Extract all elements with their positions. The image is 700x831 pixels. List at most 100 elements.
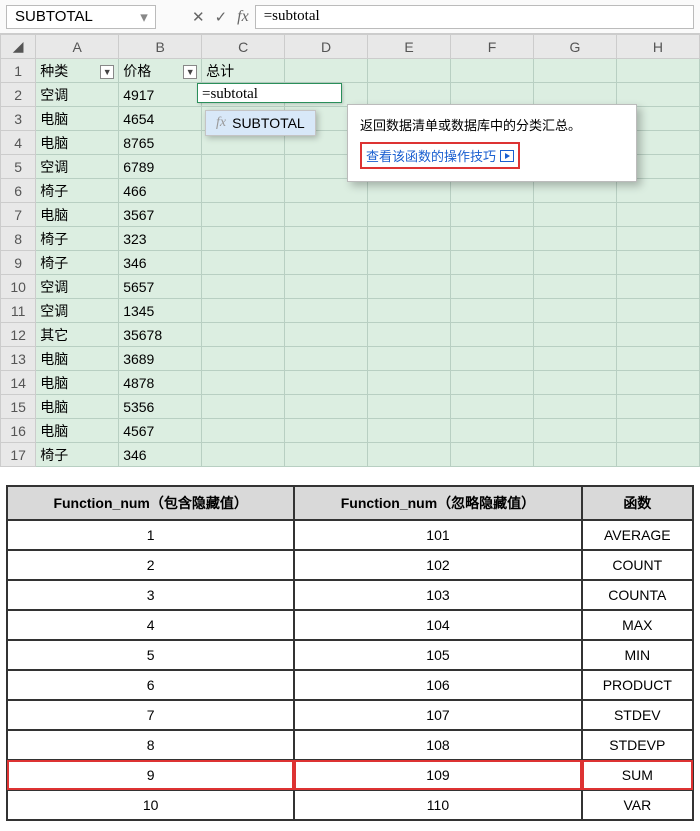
cell[interactable] [533,299,616,323]
cell[interactable] [202,275,285,299]
cell[interactable] [616,203,699,227]
table-row[interactable]: 15电脑5356 [1,395,700,419]
cell[interactable]: 4654 [119,107,202,131]
cell[interactable] [368,443,451,467]
table-row[interactable]: 8椅子323 [1,227,700,251]
cell[interactable] [202,251,285,275]
cell[interactable] [202,227,285,251]
fx-button[interactable]: fx [237,8,249,26]
row-header[interactable]: 6 [1,179,36,203]
cell[interactable] [285,251,368,275]
cell[interactable] [616,419,699,443]
table-row[interactable]: 10空调5657 [1,275,700,299]
cell[interactable] [533,323,616,347]
cell[interactable] [368,179,451,203]
cell[interactable]: 5356 [119,395,202,419]
cell[interactable] [202,419,285,443]
cell[interactable] [285,443,368,467]
row-header[interactable]: 5 [1,155,36,179]
cell[interactable]: 电脑 [36,131,119,155]
cell[interactable] [533,203,616,227]
cell[interactable] [533,347,616,371]
cell[interactable]: 3567 [119,203,202,227]
cell[interactable] [533,83,616,107]
cell[interactable]: 4917 [119,83,202,107]
cell[interactable] [616,275,699,299]
cell[interactable] [451,59,534,83]
cell[interactable]: 椅子 [36,227,119,251]
cell[interactable]: 8765 [119,131,202,155]
cell[interactable]: 1345 [119,299,202,323]
table-row[interactable]: 1种类▼价格▼总计 [1,59,700,83]
cell[interactable] [285,419,368,443]
cell[interactable]: 电脑 [36,419,119,443]
cell[interactable]: 4878 [119,371,202,395]
cell-editor[interactable]: =subtotal [197,83,342,103]
cell[interactable] [616,371,699,395]
cell[interactable] [451,83,534,107]
table-row[interactable]: 17椅子346 [1,443,700,467]
cell[interactable] [451,275,534,299]
cell[interactable] [533,443,616,467]
table-row[interactable]: 16电脑4567 [1,419,700,443]
table-row[interactable]: 14电脑4878 [1,371,700,395]
row-header[interactable]: 4 [1,131,36,155]
cell[interactable] [451,347,534,371]
cell[interactable]: 电脑 [36,203,119,227]
cell[interactable] [451,323,534,347]
cell[interactable] [616,395,699,419]
cell[interactable] [285,395,368,419]
cancel-button[interactable]: ✕ [192,8,205,26]
col-header-F[interactable]: F [451,35,534,59]
cell[interactable]: 466 [119,179,202,203]
cell[interactable] [368,251,451,275]
row-header[interactable]: 2 [1,83,36,107]
table-row[interactable]: 13电脑3689 [1,347,700,371]
row-header[interactable]: 16 [1,419,36,443]
cell[interactable] [533,227,616,251]
cell[interactable]: 椅子 [36,251,119,275]
row-header[interactable]: 13 [1,347,36,371]
cell[interactable] [202,299,285,323]
cell[interactable] [616,227,699,251]
filter-button[interactable]: ▼ [183,65,197,79]
cell[interactable] [202,155,285,179]
row-header[interactable]: 17 [1,443,36,467]
cell[interactable]: 5657 [119,275,202,299]
cell[interactable] [285,203,368,227]
cell[interactable]: 种类▼ [36,59,119,83]
cell[interactable]: 电脑 [36,395,119,419]
row-header[interactable]: 14 [1,371,36,395]
cell[interactable] [533,59,616,83]
cell[interactable]: 其它 [36,323,119,347]
col-header-A[interactable]: A [36,35,119,59]
col-header-E[interactable]: E [368,35,451,59]
col-header-B[interactable]: B [119,35,202,59]
cell[interactable] [451,227,534,251]
cell[interactable] [368,323,451,347]
cell[interactable] [368,371,451,395]
row-header[interactable]: 9 [1,251,36,275]
cell[interactable] [616,83,699,107]
cell[interactable] [533,419,616,443]
col-header-H[interactable]: H [616,35,699,59]
filter-button[interactable]: ▼ [100,65,114,79]
cell[interactable] [451,419,534,443]
cell[interactable] [285,347,368,371]
cell[interactable] [616,347,699,371]
row-header[interactable]: 12 [1,323,36,347]
cell[interactable] [285,275,368,299]
cell[interactable] [533,371,616,395]
cell[interactable]: 空调 [36,275,119,299]
row-header[interactable]: 1 [1,59,36,83]
select-all-corner[interactable]: ◢ [1,35,36,59]
cell[interactable] [202,371,285,395]
cell[interactable] [451,251,534,275]
cell[interactable] [202,323,285,347]
cell[interactable]: 3689 [119,347,202,371]
autocomplete-item[interactable]: fx SUBTOTAL [206,111,315,135]
cell[interactable] [533,179,616,203]
cell[interactable]: 空调 [36,83,119,107]
row-header[interactable]: 8 [1,227,36,251]
cell[interactable] [451,299,534,323]
